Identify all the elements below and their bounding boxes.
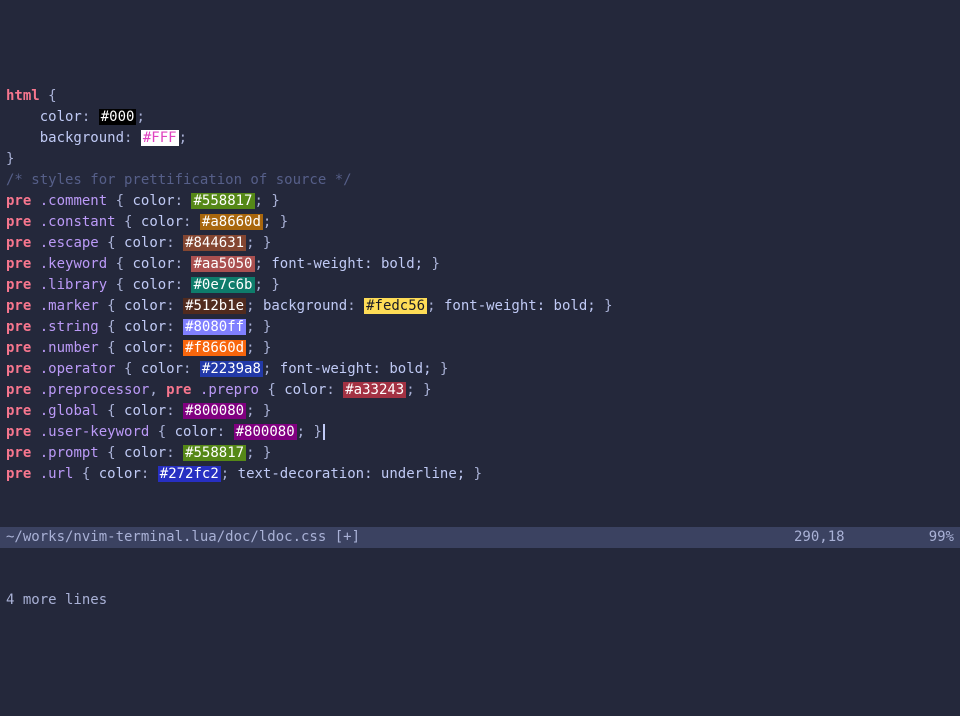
code-line[interactable]: pre .global { color: #800080; } xyxy=(6,401,954,422)
color-swatch: #fedc56 xyxy=(364,298,427,314)
code-line[interactable]: pre .escape { color: #844631; } xyxy=(6,233,954,254)
code-line[interactable]: pre .url { color: #272fc2; text-decorati… xyxy=(6,464,954,485)
status-bar: ~/works/nvim-terminal.lua/doc/ldoc.css [… xyxy=(0,527,960,548)
color-swatch: #8080ff xyxy=(183,319,246,335)
color-swatch: #800080 xyxy=(234,424,297,440)
code-line[interactable]: pre .constant { color: #a8660d; } xyxy=(6,212,954,233)
code-line[interactable]: pre .library { color: #0e7c6b; } xyxy=(6,275,954,296)
code-line[interactable]: html { xyxy=(6,86,954,107)
code-line[interactable]: pre .comment { color: #558817; } xyxy=(6,191,954,212)
status-cursor-position: 290,18 xyxy=(794,527,904,548)
color-swatch: #844631 xyxy=(183,235,246,251)
code-line[interactable]: background: #FFF; xyxy=(6,128,954,149)
color-swatch: #558817 xyxy=(183,445,246,461)
code-line[interactable]: pre .operator { color: #2239a8; font-wei… xyxy=(6,359,954,380)
code-line[interactable]: pre .user-keyword { color: #800080; } xyxy=(6,422,954,443)
color-swatch: #558817 xyxy=(191,193,254,209)
code-line[interactable]: pre .string { color: #8080ff; } xyxy=(6,317,954,338)
color-swatch: #a33243 xyxy=(343,382,406,398)
color-swatch: #272fc2 xyxy=(158,466,221,482)
color-swatch: #512b1e xyxy=(183,298,246,314)
text-cursor xyxy=(323,424,325,440)
status-scroll-percent: 99% xyxy=(904,527,954,548)
code-line[interactable]: pre .keyword { color: #aa5050; font-weig… xyxy=(6,254,954,275)
code-line[interactable]: pre .preprocessor, pre .prepro { color: … xyxy=(6,380,954,401)
color-swatch: #aa5050 xyxy=(191,256,254,272)
command-line[interactable]: 4 more lines xyxy=(0,590,960,611)
code-line[interactable]: color: #000; xyxy=(6,107,954,128)
status-file-path: ~/works/nvim-terminal.lua/doc/ldoc.css xyxy=(6,529,326,545)
color-swatch: #000 xyxy=(99,109,137,125)
color-swatch: #f8660d xyxy=(183,340,246,356)
color-swatch: #a8660d xyxy=(200,214,263,230)
code-line[interactable]: pre .number { color: #f8660d; } xyxy=(6,338,954,359)
code-line[interactable]: pre .marker { color: #512b1e; background… xyxy=(6,296,954,317)
code-line[interactable]: } xyxy=(6,149,954,170)
command-line-message: 4 more lines xyxy=(6,590,107,611)
code-line[interactable]: /* styles for prettification of source *… xyxy=(6,170,954,191)
color-swatch: #800080 xyxy=(183,403,246,419)
status-modified-flag: [+] xyxy=(335,529,360,545)
color-swatch: #0e7c6b xyxy=(191,277,254,293)
code-editor-viewport[interactable]: html { color: #000; background: #FFF;}/*… xyxy=(0,84,960,485)
code-line[interactable]: pre .prompt { color: #558817; } xyxy=(6,443,954,464)
color-swatch: #FFF xyxy=(141,130,179,146)
color-swatch: #2239a8 xyxy=(200,361,263,377)
